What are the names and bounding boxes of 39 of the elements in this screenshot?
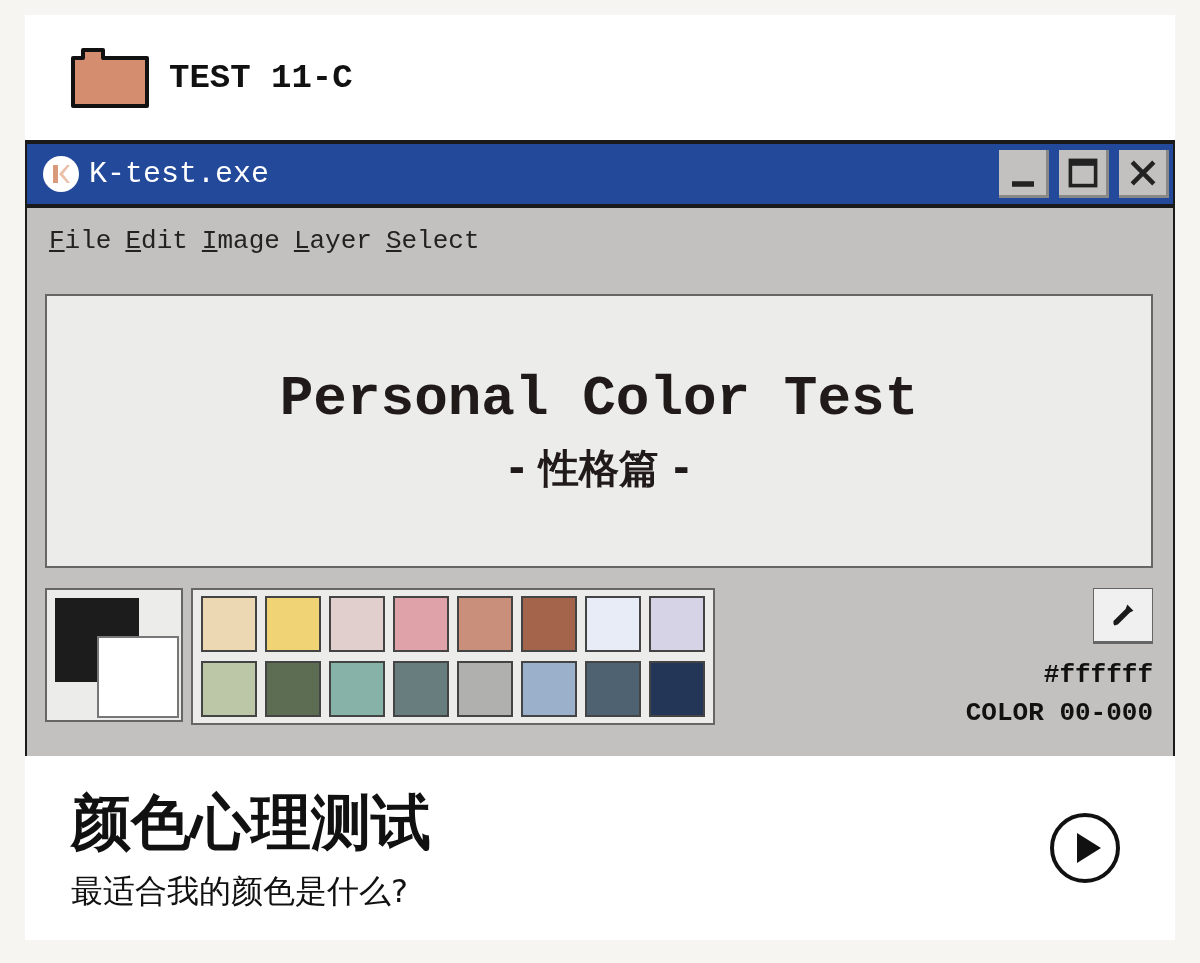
color-swatch[interactable]	[521, 660, 577, 717]
folder-icon	[71, 47, 149, 108]
footer-subtitle: 最适合我的颜色是什么?	[71, 870, 409, 912]
maximize-button[interactable]	[1059, 150, 1109, 198]
hex-value: #ffffff	[1043, 660, 1153, 690]
color-swatch[interactable]	[649, 660, 705, 717]
color-swatches-drawing[interactable]	[55, 598, 179, 718]
logo-icon	[43, 156, 79, 192]
menu-item[interactable]: Select	[385, 226, 480, 276]
color-swatch[interactable]	[649, 596, 705, 652]
color-swatch[interactable]	[585, 660, 641, 717]
color-swatch[interactable]	[201, 660, 257, 717]
footer-title: 颜色心理测试	[71, 785, 432, 859]
color-code: COLOR 00-000	[965, 698, 1153, 728]
folder-title: TEST 11-C	[169, 58, 353, 97]
menu-item[interactable]: Image	[201, 226, 280, 276]
color-swatch[interactable]	[201, 596, 257, 652]
close-button[interactable]	[1119, 150, 1169, 198]
minimize-button[interactable]	[999, 150, 1049, 198]
color-swatch[interactable]	[265, 660, 321, 717]
menu-item[interactable]: File	[49, 226, 112, 276]
menu-item[interactable]: Edit	[125, 226, 188, 276]
window-title: K-test.exe	[89, 157, 271, 191]
menu-item[interactable]: Layer	[293, 226, 372, 276]
eyedropper-icon	[1110, 602, 1136, 628]
eyedropper-button[interactable]	[1093, 588, 1153, 644]
color-swatch[interactable]	[329, 660, 385, 717]
color-swatch[interactable]	[457, 596, 513, 652]
canvas-subtitle: - 性格篇 -	[508, 443, 690, 493]
minimize-icon	[1011, 180, 1034, 187]
color-swatch[interactable]	[521, 596, 577, 652]
color-swatch[interactable]	[265, 596, 321, 652]
color-swatch[interactable]	[393, 596, 449, 652]
canvas-title: Personal Color Test	[279, 366, 919, 431]
color-swatch[interactable]	[393, 660, 449, 717]
play-icon[interactable]	[1049, 812, 1121, 884]
color-swatch[interactable]	[457, 660, 513, 717]
color-swatch[interactable]	[329, 596, 385, 652]
color-swatch[interactable]	[585, 596, 641, 652]
